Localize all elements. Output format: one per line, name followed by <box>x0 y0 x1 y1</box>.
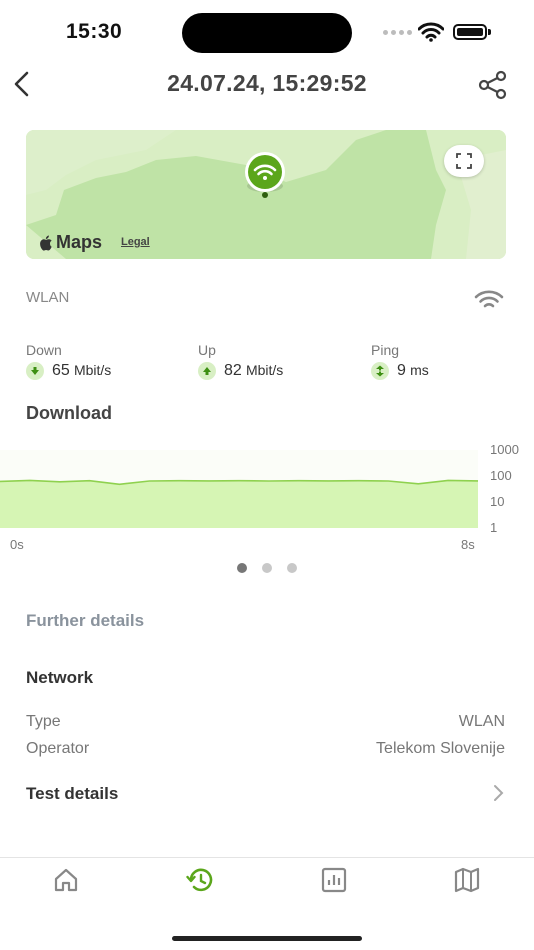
ping-label: Ping <box>371 342 400 358</box>
home-icon <box>54 868 78 892</box>
tab-home[interactable] <box>52 866 80 894</box>
up-value: 82 <box>224 362 242 379</box>
maps-brand: Maps <box>56 232 103 252</box>
battery-tip <box>488 29 491 35</box>
location-pin[interactable] <box>242 152 288 205</box>
y-tick-label: 100 <box>490 468 512 483</box>
battery-icon <box>453 24 487 40</box>
stats-icon <box>321 867 347 893</box>
y-tick-label: 1000 <box>490 442 519 457</box>
dynamic-island <box>182 13 352 53</box>
arrow-down-icon <box>26 362 44 380</box>
chart-title: Download <box>26 403 112 423</box>
apple-icon <box>40 235 52 251</box>
down-metric: 65 Mbit/s <box>26 362 111 380</box>
y-tick-label: 10 <box>490 494 505 509</box>
wifi-icon <box>474 290 504 315</box>
page-dot[interactable] <box>287 563 297 573</box>
download-chart <box>0 450 479 528</box>
arrow-up-icon <box>198 362 216 380</box>
status-time: 15:30 <box>66 20 123 43</box>
test-details-link[interactable]: Test details <box>26 784 118 804</box>
maps-attribution: Maps <box>40 232 102 253</box>
ping-unit: ms <box>410 362 429 378</box>
up-unit: Mbit/s <box>245 362 284 378</box>
down-value: 65 <box>52 362 70 379</box>
x-tick-label: 8s <box>461 537 475 552</box>
home-indicator <box>172 936 362 941</box>
download-area <box>0 480 478 528</box>
up-metric: 82 Mbit/s <box>198 362 283 380</box>
type-value: WLAN <box>458 713 505 730</box>
signal-dots-icon <box>383 30 412 35</box>
legal-link[interactable]: Legal <box>121 236 150 248</box>
tab-statistics[interactable] <box>320 866 348 894</box>
page-dot[interactable] <box>262 563 272 573</box>
page-title: 24.07.24, 15:29:52 <box>167 70 367 96</box>
page-indicator[interactable] <box>237 563 297 573</box>
wifi-pin-icon <box>245 152 285 198</box>
ping-arrows-icon <box>371 362 389 380</box>
type-label: Type <box>26 713 61 730</box>
map-icon <box>454 867 480 893</box>
further-details-heading: Further details <box>26 611 145 630</box>
share-button[interactable] <box>478 70 508 105</box>
history-icon <box>186 868 213 892</box>
ping-metric: 9 ms <box>371 362 429 380</box>
up-label: Up <box>198 342 216 358</box>
chevron-right-icon[interactable] <box>492 784 504 807</box>
y-tick-label: 1 <box>490 520 498 535</box>
tab-history[interactable] <box>186 866 214 894</box>
down-unit: Mbit/s <box>73 362 112 378</box>
x-tick-label: 0s <box>10 537 24 552</box>
ping-value: 9 <box>397 362 406 379</box>
down-label: Down <box>26 342 62 358</box>
page-dot[interactable] <box>237 563 247 573</box>
operator-value: Telekom Slovenije <box>376 740 505 757</box>
network-heading: Network <box>26 668 94 687</box>
expand-icon <box>456 153 472 169</box>
map-expand-button[interactable] <box>444 145 484 177</box>
connection-type-label: WLAN <box>26 289 70 306</box>
wifi-status-icon <box>417 22 445 47</box>
share-icon <box>478 70 507 100</box>
tab-map[interactable] <box>453 866 481 894</box>
operator-label: Operator <box>26 740 90 757</box>
